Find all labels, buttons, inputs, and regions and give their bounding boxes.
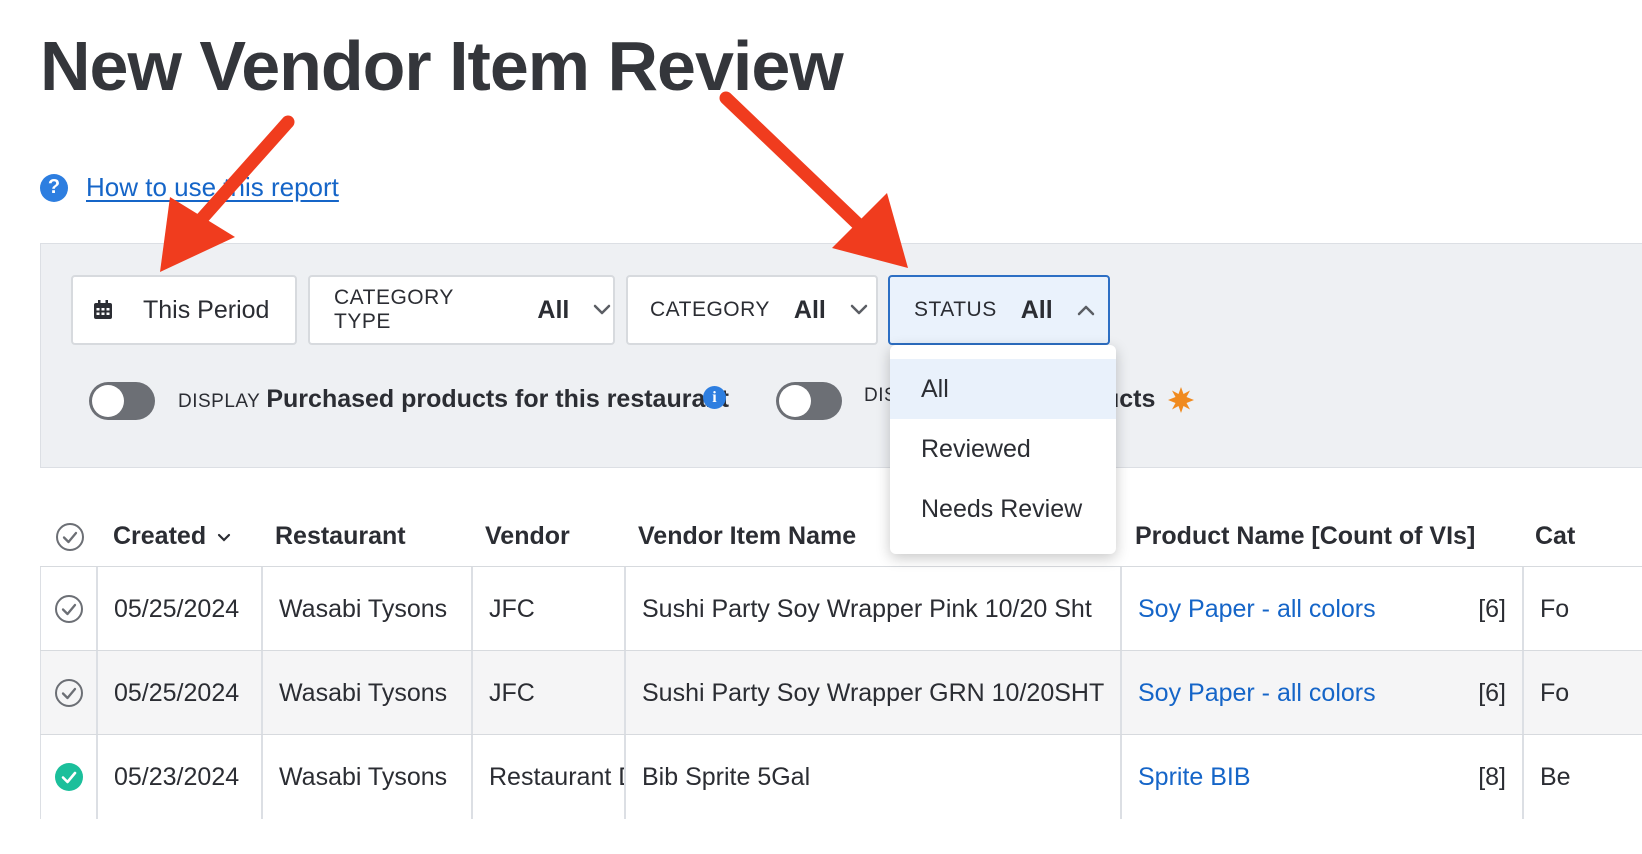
column-header-product-name[interactable]: Product Name [Count of VIs] — [1135, 522, 1475, 551]
product-link[interactable]: Soy Paper - all colors — [1122, 595, 1376, 624]
purchased-products-toggle[interactable] — [89, 382, 155, 420]
vendor-name: JFC — [489, 594, 535, 623]
status-option-needs-review[interactable]: Needs Review — [890, 479, 1116, 539]
page-title: New Vendor Item Review — [40, 27, 844, 105]
vendor-item-name: Sushi Party Soy Wrapper Pink 10/20 Sht — [642, 594, 1092, 623]
toggle-display-text: Purchased products for this restaurant — [266, 385, 729, 413]
status-option-reviewed[interactable]: Reviewed — [890, 419, 1116, 479]
restaurant-name: Wasabi Tysons — [279, 762, 448, 791]
period-label: This Period — [143, 295, 270, 324]
vendor-item-cell: Sushi Party Soy Wrapper GRN 10/20SHT — [624, 651, 1121, 735]
unreviewed-check-icon[interactable] — [54, 594, 84, 624]
select-all-check-icon[interactable] — [55, 522, 85, 552]
table-body: 05/25/2024 Wasabi Tysons JFC Sushi Party… — [40, 566, 1642, 819]
toggle-display-prefix: DISPLAY — [178, 391, 261, 412]
created-date: 05/23/2024 — [114, 762, 240, 791]
restaurant-cell: Wasabi Tysons — [261, 735, 471, 819]
sort-chevron-icon — [217, 534, 231, 542]
vendor-item-cell: Sushi Party Soy Wrapper Pink 10/20 Sht — [624, 567, 1121, 651]
new-products-toggle[interactable] — [776, 382, 842, 420]
column-header-created[interactable]: Created — [113, 522, 231, 551]
created-cell: 05/23/2024 — [96, 735, 261, 819]
category-type-value: All — [537, 295, 570, 324]
product-cell: Soy Paper - all colors [6] — [1120, 567, 1522, 651]
column-header-vendor[interactable]: Vendor — [485, 522, 570, 551]
how-to-use-link[interactable]: How to use this report — [86, 172, 339, 203]
category-label: CATEGORY — [650, 298, 770, 321]
vi-count: [8] — [1478, 762, 1506, 791]
help-row: ? How to use this report — [40, 172, 339, 203]
column-header-created-label: Created — [113, 522, 207, 550]
table-row[interactable]: 05/25/2024 Wasabi Tysons JFC Sushi Party… — [40, 566, 1642, 651]
period-filter-button[interactable]: This Period — [71, 275, 297, 345]
status-filter[interactable]: STATUS All — [888, 275, 1110, 345]
chevron-down-icon — [591, 299, 613, 321]
row-status-cell[interactable] — [40, 735, 96, 819]
vendor-name: Restaurant D — [489, 762, 624, 791]
category-value: All — [793, 295, 826, 324]
product-link[interactable]: Sprite BIB — [1122, 763, 1251, 792]
category-cell: Be — [1522, 735, 1642, 819]
unreviewed-check-icon[interactable] — [54, 678, 84, 708]
status-option-all[interactable]: All — [890, 359, 1116, 419]
column-header-vendor-item-name[interactable]: Vendor Item Name — [638, 522, 856, 551]
table-row[interactable]: 05/25/2024 Wasabi Tysons JFC Sushi Party… — [40, 650, 1642, 735]
product-cell: Soy Paper - all colors [6] — [1120, 651, 1522, 735]
category-filter[interactable]: CATEGORY All — [626, 275, 878, 345]
vendor-item-name: Bib Sprite 5Gal — [642, 762, 811, 791]
status-label: STATUS — [914, 298, 997, 321]
column-header-restaurant[interactable]: Restaurant — [275, 522, 406, 551]
vendor-item-name: Sushi Party Soy Wrapper GRN 10/20SHT — [642, 678, 1105, 707]
category-text: Fo — [1540, 678, 1570, 707]
calendar-icon — [93, 300, 113, 320]
column-header-category[interactable]: Cat — [1535, 522, 1575, 551]
help-question-icon[interactable]: ? — [40, 173, 68, 202]
vendor-name: JFC — [489, 678, 535, 707]
restaurant-cell: Wasabi Tysons — [261, 651, 471, 735]
new-badge-icon — [1168, 387, 1194, 413]
row-status-cell[interactable] — [40, 651, 96, 735]
restaurant-cell: Wasabi Tysons — [261, 567, 471, 651]
table-header: Created Restaurant Vendor Vendor Item Na… — [0, 505, 1642, 567]
category-text: Fo — [1540, 594, 1570, 623]
chevron-down-icon — [848, 299, 870, 321]
vendor-item-cell: Bib Sprite 5Gal — [624, 735, 1121, 819]
reviewed-check-icon[interactable] — [54, 762, 84, 792]
info-icon[interactable]: i — [703, 386, 726, 409]
category-type-label: CATEGORY TYPE — [334, 286, 454, 333]
table-row[interactable]: 05/23/2024 Wasabi Tysons Restaurant D Bi… — [40, 734, 1642, 819]
restaurant-name: Wasabi Tysons — [279, 678, 448, 707]
vendor-cell: JFC — [471, 567, 624, 651]
product-cell: Sprite BIB [8] — [1120, 735, 1522, 819]
category-type-filter[interactable]: CATEGORY TYPE All — [308, 275, 615, 345]
status-value: All — [1020, 295, 1053, 324]
chevron-up-icon — [1075, 299, 1097, 321]
vi-count: [6] — [1478, 594, 1506, 623]
restaurant-name: Wasabi Tysons — [279, 594, 448, 623]
vendor-cell: Restaurant D — [471, 735, 624, 819]
created-date: 05/25/2024 — [114, 678, 240, 707]
created-date: 05/25/2024 — [114, 594, 240, 623]
created-cell: 05/25/2024 — [96, 567, 261, 651]
status-dropdown-menu: All Reviewed Needs Review — [890, 345, 1116, 554]
vendor-cell: JFC — [471, 651, 624, 735]
category-cell: Fo — [1522, 567, 1642, 651]
product-link[interactable]: Soy Paper - all colors — [1122, 679, 1376, 708]
row-status-cell[interactable] — [40, 567, 96, 651]
category-cell: Fo — [1522, 651, 1642, 735]
purchased-products-toggle-label: DISPLAY Purchased products for this rest… — [178, 385, 729, 414]
vi-count: [6] — [1478, 678, 1506, 707]
category-text: Be — [1540, 762, 1571, 791]
created-cell: 05/25/2024 — [96, 651, 261, 735]
